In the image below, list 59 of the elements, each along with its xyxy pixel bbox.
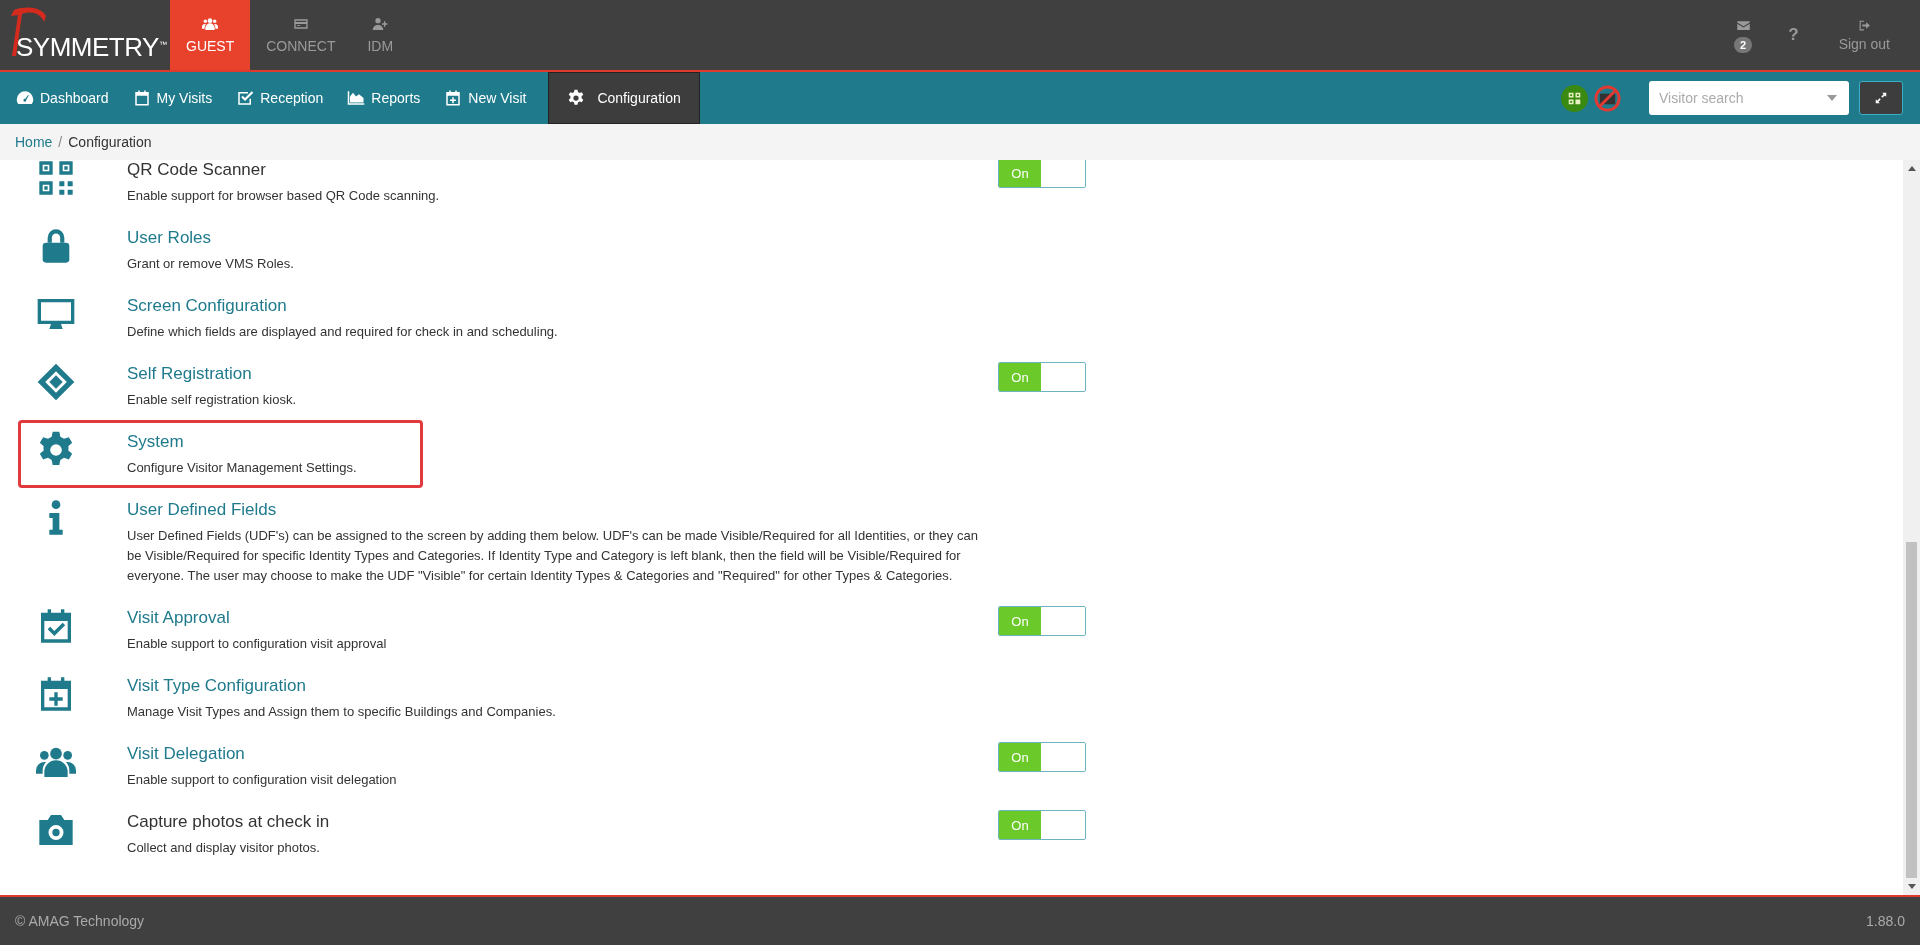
breadcrumb-separator: / [58,134,63,150]
expand-button[interactable] [1859,81,1903,115]
sign-out-icon [1857,18,1871,32]
version-text: 1.88.0 [1866,913,1905,929]
setting-title-link[interactable]: User Defined Fields [127,498,277,522]
setting-title-link[interactable]: System [127,430,184,454]
sign-out-button[interactable]: Sign out [1818,0,1920,70]
card-icon [292,16,309,32]
gear-icon [567,89,586,107]
scroll-up-icon[interactable] [1907,166,1916,171]
help-button[interactable]: ? [1768,0,1819,70]
setting-description: Grant or remove VMS Roles. [127,255,295,273]
nav-tab[interactable]: Reception [224,72,336,124]
people-icon [202,16,219,32]
setting-title: QR Code Scanner [127,160,266,181]
messages-button[interactable]: 2 [1718,0,1769,70]
nav-tab[interactable]: Reports [335,72,433,124]
nav-tab[interactable]: Dashboard [4,72,121,124]
nav-tab[interactable]: My Visits [120,72,225,124]
setting-description: Manage Visit Types and Assign them to specific Buildings and Companies. [127,703,557,721]
copyright-text: © AMAG Technology [15,913,145,929]
breadcrumb-link[interactable]: Home [15,134,53,150]
setting-description: User Defined Fields (UDF's) can be assigned to the screen by adding them below. UDF's can be made Visible/Required for all Identities, or they can be Visible/Required for specific Identity Types and Categories. If Identity Type and Category is left blank, then the field will be Visible/Required for everyone. The user may choose to make the UDF "Visible" for certain Identity Types & Categories and "Required" for other Types & Categories. [127,527,979,585]
no-card-icon[interactable] [1594,84,1621,112]
module-tab[interactable]: IDM [351,0,410,70]
user-plus-icon [372,16,389,32]
setting-description: Enable support to configuration visit delegation [127,771,398,789]
breadcrumb-current: Configuration [68,134,152,150]
module-tab[interactable]: GUEST [170,0,251,70]
visitor-search-field[interactable]: Visitor search [1649,81,1849,115]
setting-description: Enable support to configuration visit approval [127,635,388,653]
nav-tab[interactable]: Configuration [548,72,700,124]
setting-description: Configure Visitor Management Settings. [127,459,358,477]
logo: SYMMETRY™ [0,0,170,70]
scroll-down-icon[interactable] [1907,884,1916,889]
setting-description: Enable self registration kiosk. [127,391,298,409]
setting-title: Capture photos at check in [127,811,330,833]
module-tab[interactable]: CONNECT [250,0,352,70]
expand-icon [1874,91,1888,105]
area-chart-icon [347,89,366,107]
setting-title-link[interactable]: Screen Configuration [127,294,287,318]
checkbox-icon [236,89,255,107]
setting-title-link[interactable]: User Roles [127,226,212,250]
calendar-plus-icon [444,89,463,107]
setting-description: Define which fields are displayed and required for check in and scheduling. [127,323,559,341]
caret-icon [1827,95,1837,101]
setting-title-link[interactable]: Self Registration [127,362,252,386]
setting-description: Collect and display visitor photos. [127,839,321,857]
scrollbar[interactable] [1903,160,1920,895]
setting-title-link[interactable]: Visit Delegation [127,742,245,766]
nav-tab[interactable]: New Visit [432,72,539,124]
qr-code-icon [36,160,76,198]
setting-title-link[interactable]: Visit Type Configuration [127,674,306,698]
qr-status-icon[interactable] [1561,84,1588,112]
setting-title-link[interactable]: Visit Approval [127,606,230,630]
count-badge: 2 [1734,36,1753,53]
setting-description: Enable support for browser based QR Code scanning. [127,187,441,205]
calendar-icon [132,89,151,107]
gauge-icon [16,89,34,107]
